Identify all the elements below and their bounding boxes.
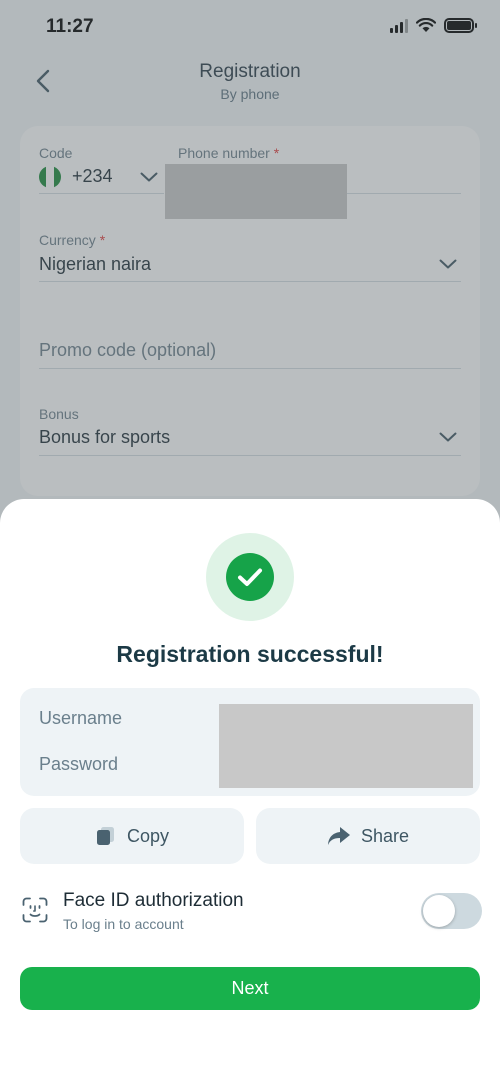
credentials-box: Username Password xyxy=(20,688,480,796)
faceid-toggle[interactable] xyxy=(421,893,482,929)
success-badge xyxy=(206,533,294,621)
share-button-label: Share xyxy=(360,825,410,846)
copy-button-label: Copy xyxy=(126,825,170,846)
next-button-label: Next xyxy=(231,978,269,998)
checkmark-icon xyxy=(238,568,262,586)
faceid-title: Face ID authorization xyxy=(63,890,244,911)
registration-success-sheet: Registration successful! Username Passwo… xyxy=(0,499,500,1080)
password-label: Password xyxy=(39,754,119,774)
copy-icon xyxy=(96,827,114,845)
credentials-values xyxy=(219,704,473,788)
share-arrow-icon xyxy=(327,827,350,845)
success-title: Registration successful! xyxy=(116,641,384,667)
success-circle xyxy=(226,553,274,601)
username-label: Username xyxy=(39,708,123,728)
next-button[interactable]: Next xyxy=(20,967,480,1010)
face-id-icon xyxy=(22,897,48,923)
share-button[interactable]: Share xyxy=(256,808,480,864)
faceid-subtitle: To log in to account xyxy=(63,916,184,932)
copy-button[interactable]: Copy xyxy=(20,808,244,864)
toggle-knob xyxy=(423,895,455,927)
